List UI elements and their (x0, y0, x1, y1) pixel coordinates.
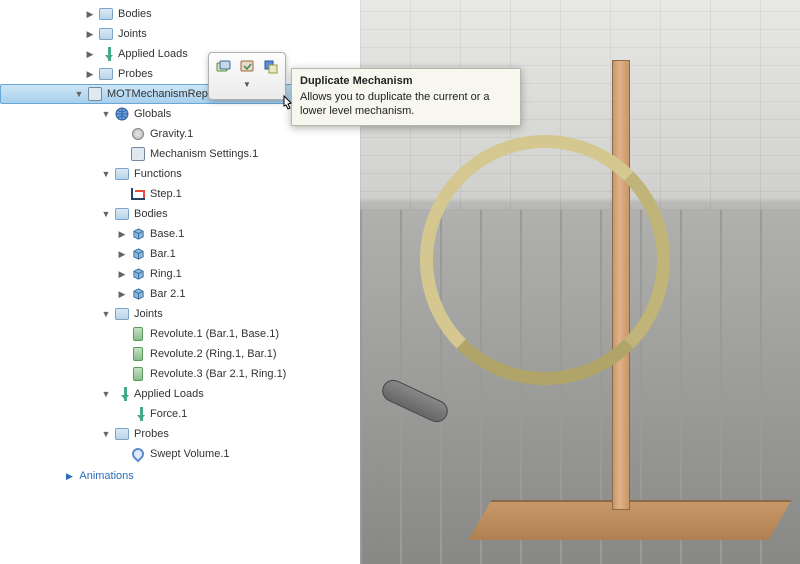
folder-icon (98, 66, 114, 82)
tree-item-joints[interactable]: ▼ Joints (0, 304, 360, 324)
collapse-icon[interactable]: ▼ (100, 308, 112, 320)
collapse-icon[interactable]: ▼ (100, 428, 112, 440)
expand-icon[interactable]: ▶ (116, 228, 128, 240)
tree-item-applied-loads[interactable]: ▼ Applied Loads (0, 384, 360, 404)
tree-label: Bodies (134, 208, 168, 220)
body-icon (130, 246, 146, 262)
collapse-icon[interactable]: ▼ (100, 108, 112, 120)
tree-label: Applied Loads (134, 388, 204, 400)
body-icon (130, 226, 146, 242)
toolbar-button-1[interactable] (213, 57, 233, 77)
tree-item-revolute1[interactable]: Revolute.1 (Bar.1, Base.1) (0, 324, 360, 344)
tree-label: Swept Volume.1 (150, 448, 230, 460)
tree-label: Functions (134, 168, 182, 180)
tree-item-swept-volume[interactable]: Swept Volume.1 (0, 444, 360, 464)
settings-icon (130, 146, 146, 162)
force-icon (130, 406, 146, 422)
tree-label: Globals (134, 108, 171, 120)
tree-label: Force.1 (150, 408, 187, 420)
tree-label: Bar 2.1 (150, 288, 185, 300)
force-folder-icon (114, 386, 130, 402)
toolbar-button-2[interactable] (237, 57, 257, 77)
tree-label: Probes (118, 68, 153, 80)
duplicate-mechanism-button[interactable] (261, 57, 281, 77)
tree-label: Joints (118, 28, 147, 40)
tree-label: Ring.1 (150, 268, 182, 280)
collapse-icon[interactable]: ▼ (100, 168, 112, 180)
mechanism-icon (87, 86, 103, 102)
tree-label: Joints (134, 308, 163, 320)
tree-item-functions[interactable]: ▼ Functions (0, 164, 360, 184)
tree-item-ring[interactable]: ▶ Ring.1 (0, 264, 360, 284)
folder-icon (98, 6, 114, 22)
tree-label: Bar.1 (150, 248, 176, 260)
tree-label: Applied Loads (118, 48, 188, 60)
gravity-icon (130, 126, 146, 142)
tree-label: Mechanism Settings.1 (150, 148, 258, 160)
folder-icon (114, 306, 130, 322)
expand-icon[interactable]: ▶ (84, 28, 96, 40)
tree-item-joints-top[interactable]: ▶ Joints (0, 24, 360, 44)
tree-item-step[interactable]: Step.1 (0, 184, 360, 204)
globe-icon (114, 106, 130, 122)
expand-icon[interactable]: ▶ (66, 471, 73, 481)
expand-icon[interactable]: ▶ (84, 68, 96, 80)
tooltip-body: Allows you to duplicate the current or a… (300, 90, 512, 119)
folder-icon (114, 166, 130, 182)
tree-label: Probes (134, 428, 169, 440)
step-function-icon (130, 186, 146, 202)
collapse-icon[interactable]: ▼ (100, 388, 112, 400)
tooltip-title: Duplicate Mechanism (300, 75, 512, 87)
revolute-joint-icon (130, 326, 146, 342)
tree-label: Revolute.2 (Ring.1, Bar.1) (150, 348, 277, 360)
tooltip: Duplicate Mechanism Allows you to duplic… (291, 68, 521, 126)
tree-item-revolute3[interactable]: Revolute.3 (Bar 2.1, Ring.1) (0, 364, 360, 384)
collapse-icon[interactable]: ▼ (73, 88, 85, 100)
model-ring[interactable] (420, 135, 670, 385)
tree-item-force[interactable]: Force.1 (0, 404, 360, 424)
tree-item-animations[interactable]: ▶ Animations (0, 464, 360, 482)
body-icon (130, 286, 146, 302)
tree-label: Gravity.1 (150, 128, 193, 140)
chevron-down-icon[interactable]: ▼ (243, 80, 251, 89)
folder-icon (98, 26, 114, 42)
folder-icon (114, 206, 130, 222)
model-base[interactable] (468, 500, 791, 540)
tree-item-gravity[interactable]: Gravity.1 (0, 124, 360, 144)
expand-icon[interactable]: ▶ (84, 48, 96, 60)
tree-label: Bodies (118, 8, 152, 20)
expand-icon[interactable]: ▶ (84, 8, 96, 20)
tree-label: Step.1 (150, 188, 182, 200)
tree-item-bodies-top[interactable]: ▶ Bodies (0, 4, 360, 24)
body-icon (130, 266, 146, 282)
tree-item-bar[interactable]: ▶ Bar.1 (0, 244, 360, 264)
force-folder-icon (98, 46, 114, 62)
collapse-icon[interactable]: ▼ (100, 208, 112, 220)
tree-item-bar2[interactable]: ▶ Bar 2.1 (0, 284, 360, 304)
tree-label: Base.1 (150, 228, 184, 240)
expand-icon[interactable]: ▶ (116, 268, 128, 280)
tree-label: Animations (79, 470, 133, 482)
revolute-joint-icon (130, 366, 146, 382)
tree-item-mech-settings[interactable]: Mechanism Settings.1 (0, 144, 360, 164)
revolute-joint-icon (130, 346, 146, 362)
context-toolbar: ▼ (208, 52, 286, 100)
expand-icon[interactable]: ▶ (116, 288, 128, 300)
tree-item-base[interactable]: ▶ Base.1 (0, 224, 360, 244)
tree-label: Revolute.3 (Bar 2.1, Ring.1) (150, 368, 286, 380)
tree-item-bodies[interactable]: ▼ Bodies (0, 204, 360, 224)
tree-item-applied-loads-top[interactable]: ▶ Applied Loads (0, 44, 360, 64)
tree-item-probes[interactable]: ▼ Probes (0, 424, 360, 444)
tree-item-revolute2[interactable]: Revolute.2 (Ring.1, Bar.1) (0, 344, 360, 364)
folder-icon (114, 426, 130, 442)
tree-label: Revolute.1 (Bar.1, Base.1) (150, 328, 279, 340)
expand-icon[interactable]: ▶ (116, 248, 128, 260)
swept-volume-icon (130, 446, 146, 462)
